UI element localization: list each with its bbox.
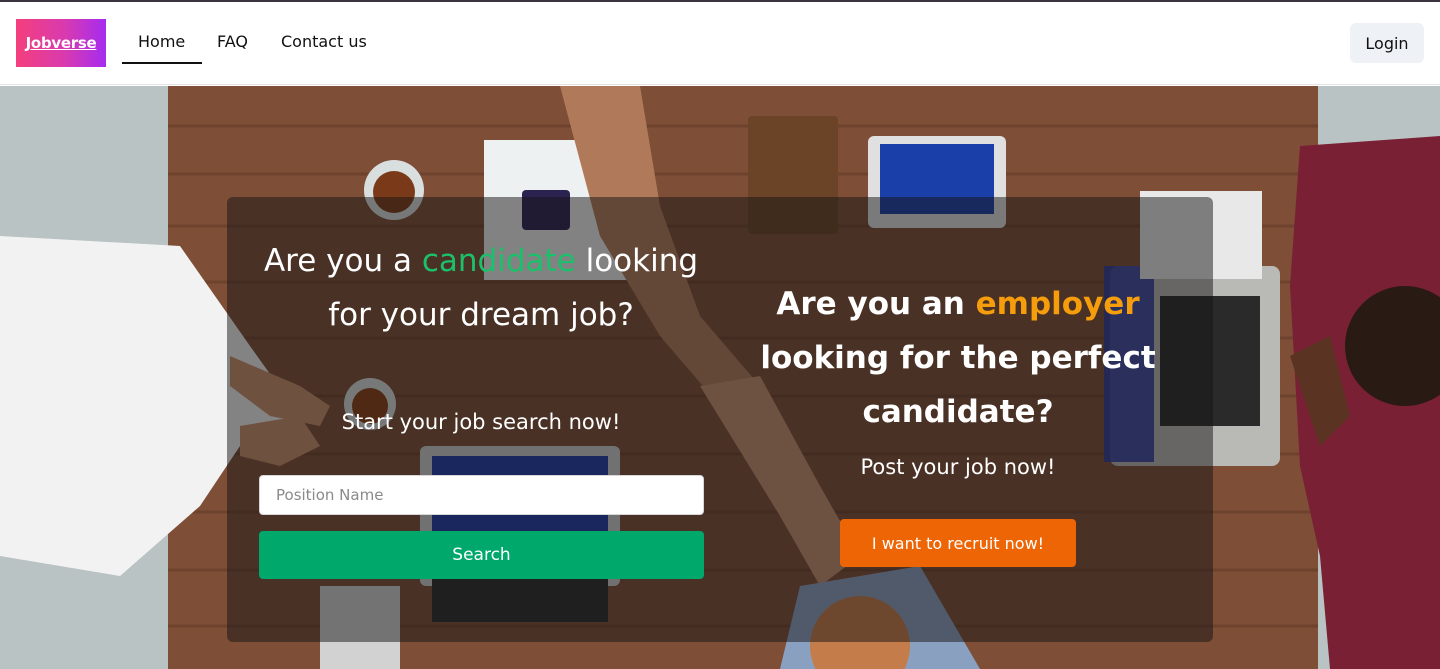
- nav-faq-link[interactable]: FAQ: [217, 32, 248, 51]
- login-button[interactable]: Login: [1350, 23, 1424, 63]
- candidate-heading-prefix: Are you a: [263, 243, 412, 279]
- hero-section: Are you a candidate looking for your dre…: [0, 86, 1440, 669]
- nav-home-link[interactable]: Home: [138, 32, 185, 51]
- candidate-subheading: Start your job search now!: [341, 410, 621, 434]
- search-button[interactable]: Search: [259, 531, 704, 579]
- brand-logo-text: Jobverse: [25, 34, 97, 52]
- employer-subheading: Post your job now!: [860, 455, 1056, 479]
- employer-heading-accent: employer: [975, 286, 1140, 322]
- employer-heading: Are you an employer looking for the perf…: [740, 277, 1176, 439]
- employer-heading-rest: looking for the perfect candidate?: [760, 340, 1156, 430]
- recruit-now-button[interactable]: I want to recruit now!: [840, 519, 1076, 567]
- position-search-input[interactable]: [259, 475, 704, 515]
- candidate-heading-accent: candidate: [421, 243, 576, 279]
- employer-heading-prefix: Are you an: [776, 286, 965, 322]
- nav-active-indicator: [122, 62, 202, 64]
- candidate-heading: Are you a candidate looking for your dre…: [258, 234, 704, 342]
- nav-contact-link[interactable]: Contact us: [281, 32, 367, 51]
- navbar: Jobverse Home FAQ Contact us Login: [0, 2, 1440, 85]
- brand-logo[interactable]: Jobverse: [16, 19, 106, 67]
